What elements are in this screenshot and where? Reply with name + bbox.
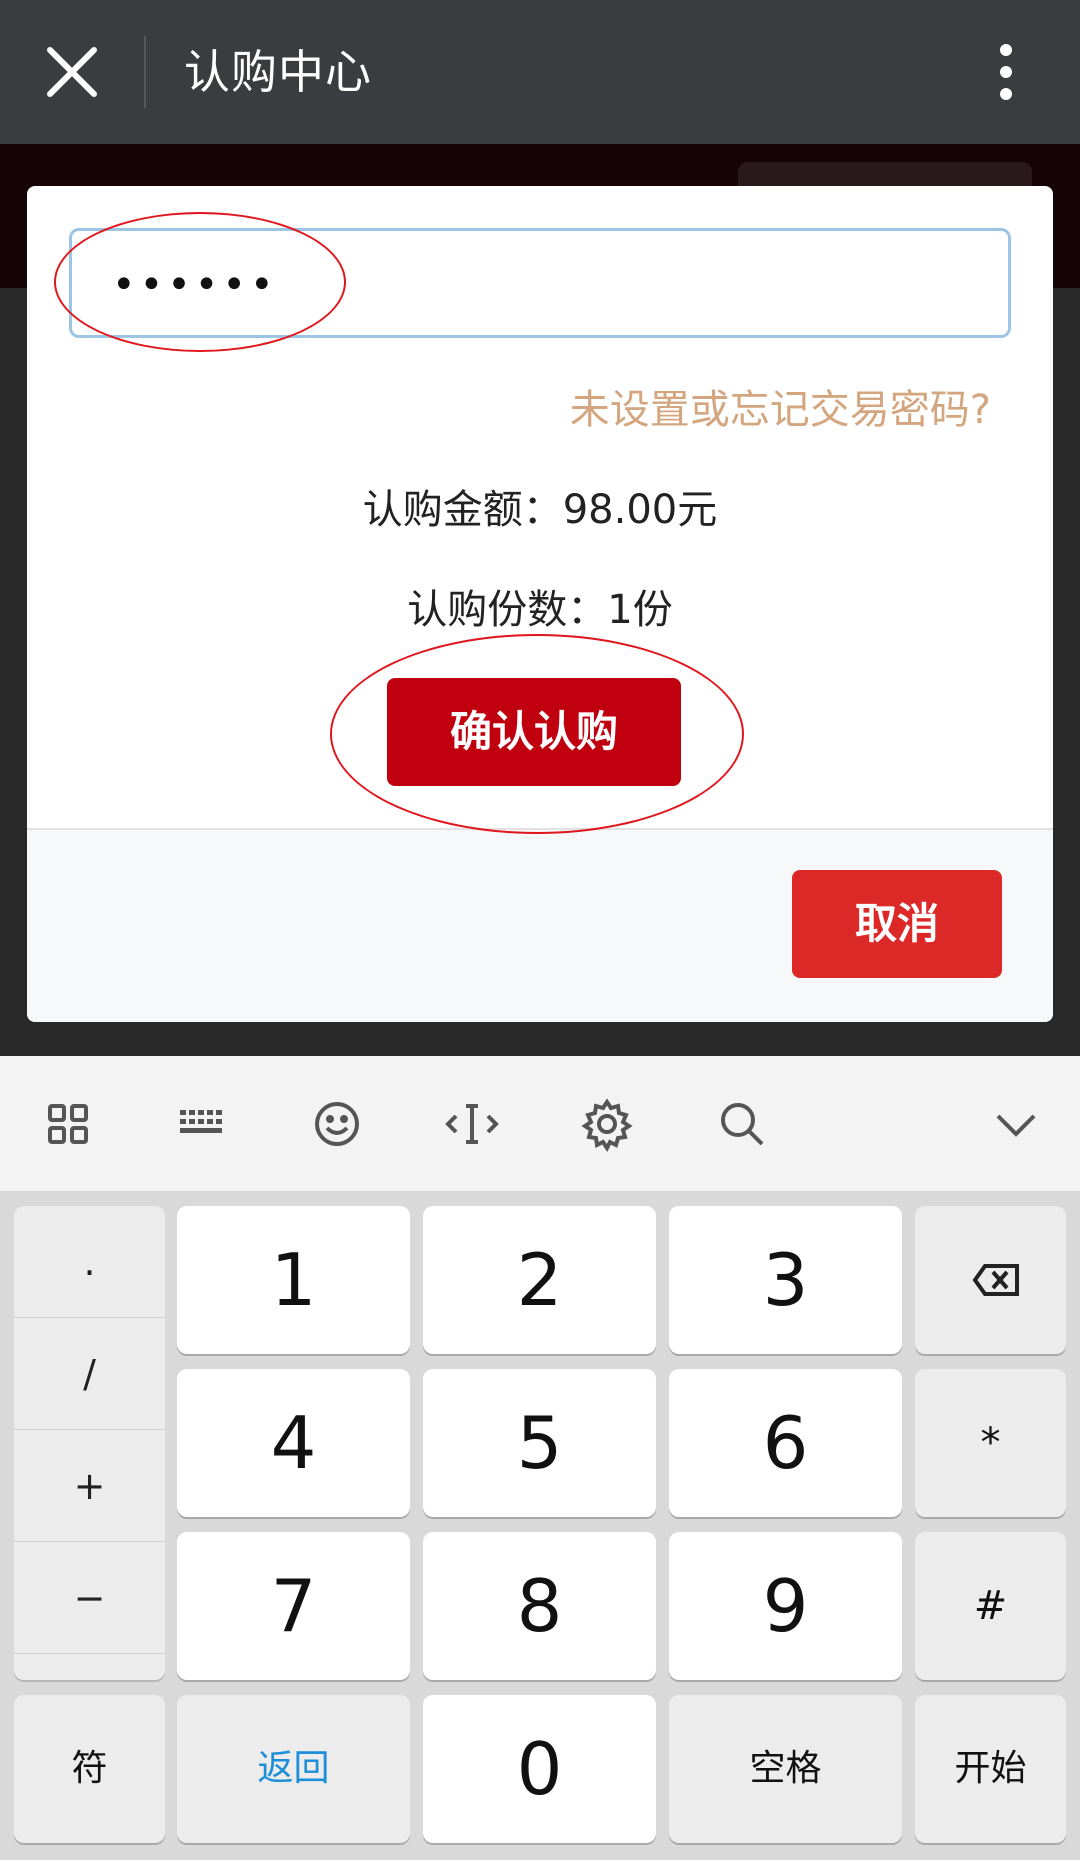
more-vertical-icon[interactable] (980, 36, 1032, 108)
symbol-plus-key[interactable]: + (14, 1430, 165, 1542)
annotation-circle-confirm (330, 634, 744, 834)
grid-apps-icon[interactable] (36, 1092, 100, 1156)
symbol-switch-key[interactable]: 符 (14, 1695, 165, 1843)
key-star[interactable]: * (915, 1369, 1066, 1517)
key-2[interactable]: 2 (423, 1206, 656, 1354)
subscribe-amount: 认购金额：98.00元 (362, 487, 718, 533)
key-5[interactable]: 5 (423, 1369, 656, 1517)
forgot-password-link[interactable]: 未设置或忘记交易密码? (570, 382, 991, 438)
annotation-circle-password (54, 212, 346, 352)
keyboard-icon[interactable] (170, 1092, 234, 1156)
key-8[interactable]: 8 (423, 1532, 656, 1680)
key-9[interactable]: 9 (669, 1532, 902, 1680)
keyboard-toolbar (0, 1056, 1080, 1192)
key-3[interactable]: 3 (669, 1206, 902, 1354)
search-icon[interactable] (710, 1092, 774, 1156)
app-bar (0, 0, 1080, 144)
return-key[interactable]: 返回 (177, 1695, 410, 1843)
backspace-key[interactable] (915, 1206, 1066, 1354)
key-hash[interactable]: # (915, 1532, 1066, 1680)
start-key[interactable]: 开始 (915, 1695, 1066, 1843)
symbol-dot-key[interactable]: . (14, 1206, 165, 1318)
key-7[interactable]: 7 (177, 1532, 410, 1680)
cancel-button[interactable]: 取消 (792, 870, 1002, 978)
key-1[interactable]: 1 (177, 1206, 410, 1354)
symbol-minus-key[interactable]: − (14, 1542, 165, 1654)
collapse-icon[interactable] (984, 1092, 1048, 1156)
settings-icon[interactable] (575, 1092, 639, 1156)
key-6[interactable]: 6 (669, 1369, 902, 1517)
page-title: 认购中心 (184, 45, 372, 99)
dialog-footer: 取消 (27, 828, 1053, 1022)
backspace-icon (972, 1264, 1019, 1296)
key-0[interactable]: 0 (423, 1695, 656, 1843)
subscribe-shares: 认购份数：1份 (407, 587, 673, 633)
space-key[interactable]: 空格 (669, 1695, 902, 1843)
key-4[interactable]: 4 (177, 1369, 410, 1517)
symbol-panel[interactable]: . / + − (14, 1206, 165, 1680)
cursor-icon[interactable] (440, 1092, 504, 1156)
close-icon[interactable] (36, 36, 108, 108)
symbol-slash-key[interactable]: / (14, 1318, 165, 1430)
emoji-icon[interactable] (305, 1092, 369, 1156)
title-divider (144, 36, 146, 108)
